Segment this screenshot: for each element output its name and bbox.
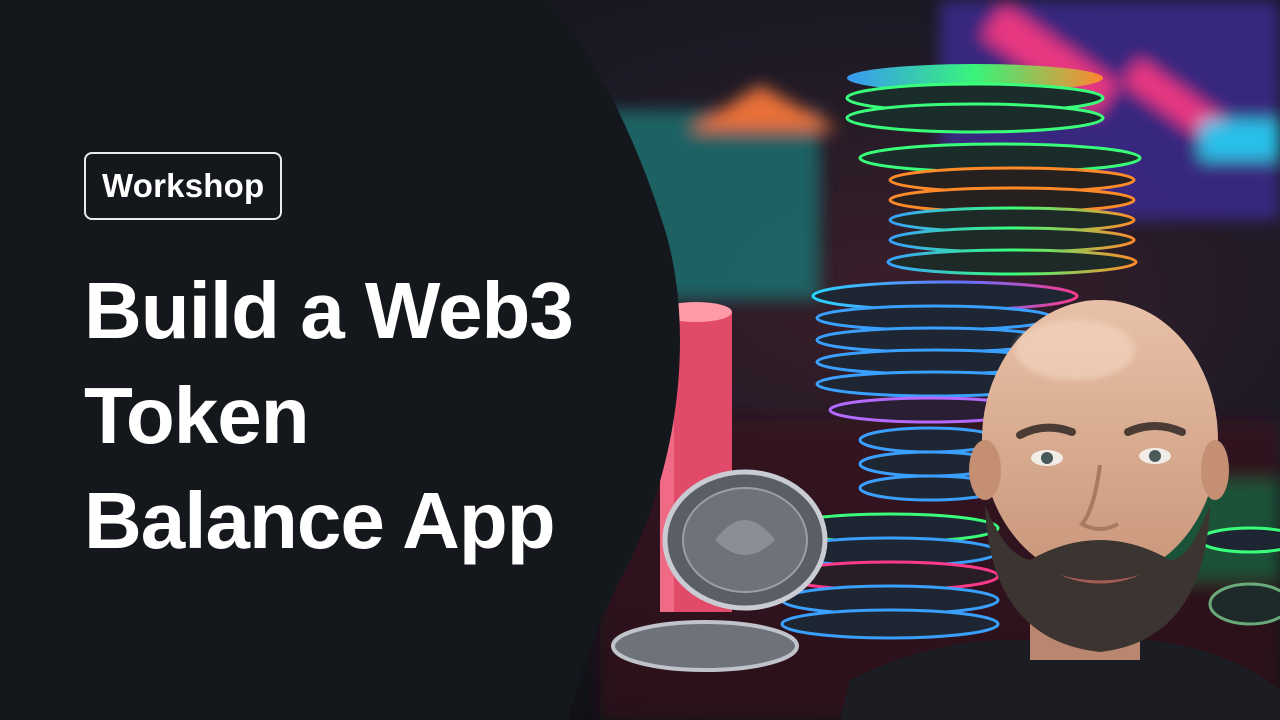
page-title: Build a Web3 Token Balance App bbox=[84, 258, 664, 573]
thumbnail: Workshop Build a Web3 Token Balance App bbox=[0, 0, 1280, 720]
workshop-badge: Workshop bbox=[84, 152, 283, 220]
title-line: Balance App bbox=[84, 476, 556, 565]
title-line: Token bbox=[84, 371, 310, 460]
title-line: Build a Web3 bbox=[84, 266, 574, 355]
